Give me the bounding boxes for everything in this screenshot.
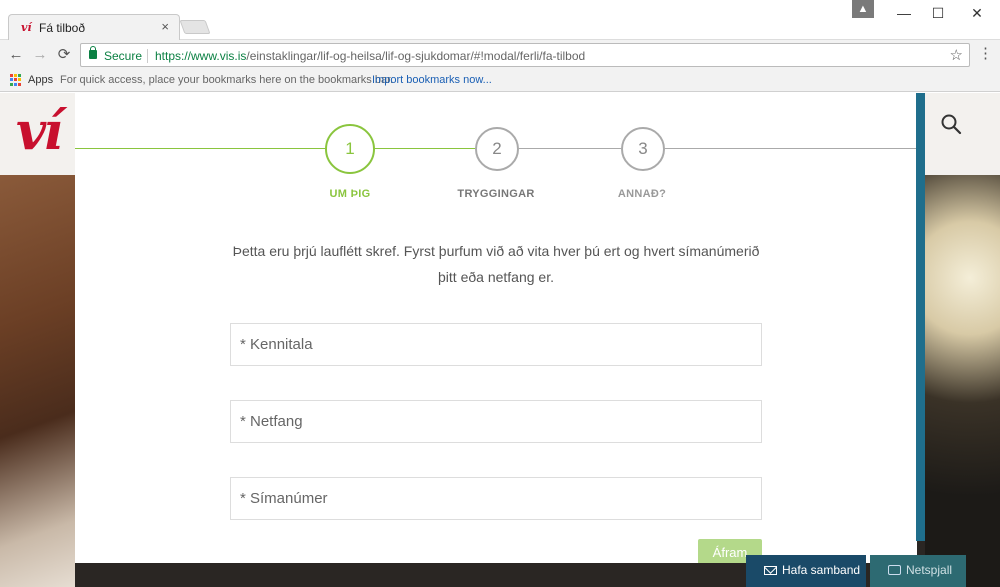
simanumer-field[interactable] [230,477,762,520]
minimize-button[interactable]: — [889,2,919,24]
mail-icon [764,566,777,575]
kennitala-field[interactable] [230,323,762,366]
chat-bubble-icon [888,565,901,575]
chat-button[interactable]: Netspjall [870,555,966,587]
new-tab-button[interactable] [179,20,211,34]
step-2-label: TRYGGINGAR [457,188,535,200]
back-arrow-icon[interactable]: ← [6,45,26,65]
browser-menu-icon[interactable]: ⋮ [978,44,993,62]
step-2-circle[interactable]: 2 [475,127,519,171]
progress-line-2-3 [519,148,621,149]
tab-title: Fá tilboð [39,21,86,35]
step-3-label: ANNAÐ? [617,188,667,200]
vis-logo[interactable]: ví [16,101,63,162]
browser-tab[interactable]: ví Fá tilboð × [8,14,180,41]
browser-titlebar: ví Fá tilboð × ▲ — ☐ ✕ [0,0,1000,41]
browser-toolbar: ← → ⟳ Secure https://www.vis.is/einstakl… [0,40,1000,70]
step-3-circle[interactable]: 3 [621,127,665,171]
bookmarks-bar: Apps For quick access, place your bookma… [0,70,1000,92]
url-text[interactable]: https://www.vis.is/einstaklingar/lif-og-… [155,49,585,63]
reload-icon[interactable]: ⟳ [54,45,74,65]
background-photo-right [925,175,1000,587]
secure-label: Secure [104,49,143,63]
lock-icon [89,46,97,59]
step-1-circle[interactable]: 1 [325,124,375,174]
step-1-label: UM ÞIG [329,188,371,200]
maximize-button[interactable]: ☐ [923,2,953,24]
tab-close-icon[interactable]: × [161,19,169,34]
url-path: /einstaklingar/lif-og-heilsa/lif-og-sjuk… [246,49,586,63]
address-bar[interactable]: Secure https://www.vis.is/einstaklingar/… [80,43,970,67]
progress-line-end [665,148,917,149]
close-window-button[interactable]: ✕ [962,2,992,24]
bookmark-star-icon[interactable]: ☆ [950,46,963,64]
import-bookmarks-link[interactable]: Import bookmarks now... [372,74,492,86]
quote-modal: 1 2 3 UM ÞIG TRYGGINGAR ANNAÐ? Þetta eru… [75,93,917,563]
bookmarks-hint: For quick access, place your bookmarks h… [60,74,394,86]
apps-grid-icon[interactable] [10,74,22,86]
profile-icon[interactable]: ▲ [852,0,874,18]
chat-button-label: Netspjall [906,563,953,577]
contact-button[interactable]: Hafa samband [746,555,866,587]
forward-arrow-icon[interactable]: → [30,45,50,65]
progress-line-1-2 [375,148,475,149]
netfang-field[interactable] [230,400,762,443]
search-icon[interactable] [940,113,962,135]
vis-favicon-icon: ví [21,21,32,34]
apps-label[interactable]: Apps [28,74,53,86]
intro-text: Þetta eru þrjú lauflétt skref. Fyrst þur… [232,243,760,285]
modal-scrollbar[interactable] [916,93,925,541]
contact-button-label: Hafa samband [782,563,861,577]
progress-line-start [75,148,325,149]
omnibox-divider [147,49,148,63]
background-photo-left [0,175,75,587]
url-host: https://www.vis.is [155,49,247,63]
